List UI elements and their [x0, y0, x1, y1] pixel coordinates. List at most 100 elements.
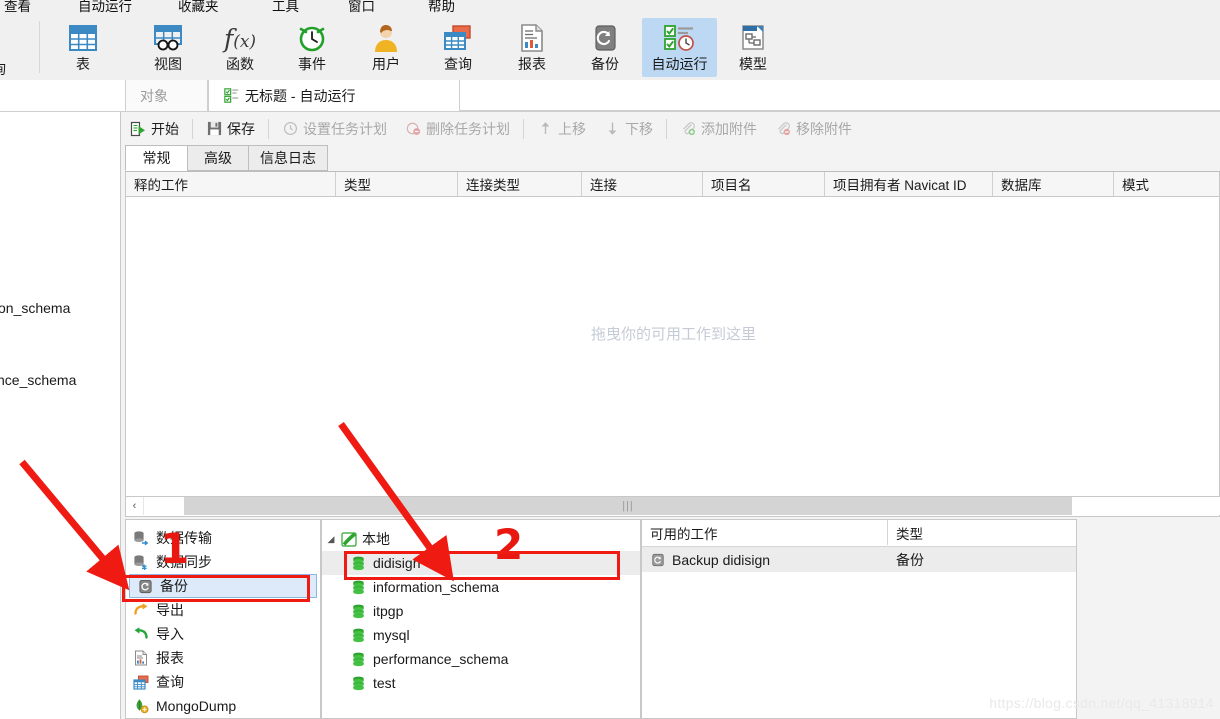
toolbar-clipped-label: 询 [0, 59, 6, 79]
automation-action-bar: 开始 保存 设置任务计划 删除任务计划 上移 下移 添加附件 移除附件 [121, 112, 1220, 145]
toolbar-label-user: 用户 [372, 56, 400, 72]
save-icon [206, 121, 222, 137]
chevron-expanded-icon[interactable]: ◢ [326, 534, 336, 545]
toolbar-label-view: 视图 [154, 56, 182, 72]
grid-col-type[interactable]: 类型 [336, 172, 458, 196]
database-icon [350, 579, 366, 595]
grid-col-conn-type[interactable]: 连接类型 [458, 172, 582, 196]
grid-col-project-name[interactable]: 项目名 [703, 172, 825, 196]
grid-col-project-owner[interactable]: 项目拥有者 Navicat ID [825, 172, 993, 196]
tree-db-itpgp[interactable]: itpgp [322, 599, 640, 623]
set-schedule-button[interactable]: 设置任务计划 [273, 116, 396, 142]
toolbar-button-automation[interactable]: 自动运行 [642, 18, 717, 77]
save-button[interactable]: 保存 [197, 116, 264, 142]
tab-objects-label: 对象 [140, 88, 168, 104]
toolbar-button-user[interactable]: 用户 [351, 18, 421, 77]
toolbar-button-query[interactable]: 查询 [423, 18, 493, 77]
tools-item-query[interactable]: 查询 [126, 670, 320, 694]
toolbar-label-function: 函数 [226, 56, 254, 72]
subtab-advanced[interactable]: 高级 [187, 145, 249, 171]
add-attachment-button[interactable]: 添加附件 [671, 116, 766, 142]
menu-item-automation[interactable]: 自动运行 [78, 0, 132, 13]
scrollbar-track[interactable]: ||| [144, 497, 1220, 515]
available-jobs-col-name[interactable]: 可用的工作 [642, 520, 888, 545]
tree-connection-local[interactable]: ◢ 本地 [322, 527, 640, 551]
menu-item-tools[interactable]: 工具 [272, 0, 299, 13]
selected-jobs-grid-header: 释的工作 类型 连接类型 连接 项目名 项目拥有者 Navicat ID 数据库… [126, 172, 1219, 197]
menu-item-favorites[interactable]: 收藏夹 [178, 0, 219, 13]
move-down-button[interactable]: 下移 [595, 116, 662, 142]
toolbar-button-table[interactable]: 表 [48, 18, 118, 77]
toolbar-label-table: 表 [76, 56, 90, 72]
toolbar-button-model[interactable]: 模型 [718, 18, 788, 77]
toolbar-button-view[interactable]: 视图 [133, 18, 203, 77]
scrollbar-thumb[interactable]: ||| [184, 497, 1072, 515]
menu-bar[interactable]: 查看 自动运行 收藏夹 工具 窗口 帮助 [0, 0, 1220, 13]
bottom-panes: 数据传输 数据同步 备份 导出 导入 报表 查询 MongoDump ◢ 本地 … [121, 519, 1220, 719]
selected-jobs-grid[interactable]: 释的工作 类型 连接类型 连接 项目名 项目拥有者 Navicat ID 数据库… [125, 172, 1220, 497]
remove-attachment-button[interactable]: 移除附件 [766, 116, 861, 142]
toolbar-button-report[interactable]: 报表 [497, 18, 567, 77]
main-toolbar: 询 表 视图 f(x) 函数 事件 用户 [0, 13, 1220, 81]
database-icon [350, 651, 366, 667]
query-icon [133, 674, 149, 690]
model-icon [731, 20, 775, 56]
backup-icon [583, 20, 627, 56]
tree-db-mysql-label: mysql [373, 627, 410, 643]
start-button-label: 开始 [151, 120, 179, 137]
toolbar-button-backup[interactable]: 备份 [570, 18, 640, 77]
available-jobs-pane[interactable]: 可用的工作 类型 Backup didisign 备份 [641, 519, 1077, 719]
tab-objects[interactable]: 对象 [125, 80, 208, 112]
tree-db-test[interactable]: test [322, 671, 640, 695]
database-icon [350, 627, 366, 643]
tools-item-data-sync[interactable]: 数据同步 [126, 550, 320, 574]
delete-schedule-button[interactable]: 删除任务计划 [396, 116, 519, 142]
subtab-info-log[interactable]: 信息日志 [248, 145, 328, 171]
toolbar-button-function[interactable]: f(x) 函数 [205, 18, 275, 77]
grid-col-database[interactable]: 数据库 [993, 172, 1114, 196]
grid-empty-message: 拖曳你的可用工作到这里 [590, 326, 756, 343]
tools-item-report[interactable]: 报表 [126, 646, 320, 670]
action-separator-1 [192, 118, 193, 139]
tree-db-mysql[interactable]: mysql [322, 623, 640, 647]
save-button-label: 保存 [227, 120, 255, 137]
menu-item-window[interactable]: 窗口 [348, 0, 375, 13]
start-button[interactable]: 开始 [121, 116, 188, 142]
delete-schedule-label: 删除任务计划 [426, 120, 510, 137]
query-icon [436, 20, 480, 56]
tools-list-pane[interactable]: 数据传输 数据同步 备份 导出 导入 报表 查询 MongoDump [125, 519, 321, 719]
tree-connection-local-label: 本地 [362, 531, 390, 547]
grid-col-selected-jobs[interactable]: 释的工作 [126, 172, 336, 196]
action-separator-4 [666, 118, 667, 139]
grid-col-schema[interactable]: 模式 [1114, 172, 1219, 196]
tree-db-itpgp-label: itpgp [373, 603, 404, 619]
tree-db-test-label: test [373, 675, 396, 691]
subtab-general[interactable]: 常规 [125, 145, 188, 171]
menu-item-help[interactable]: 帮助 [428, 0, 455, 13]
available-jobs-col-type[interactable]: 类型 [888, 520, 1076, 545]
tools-item-mongodump[interactable]: MongoDump [126, 694, 320, 718]
tabbar-left-gap [0, 80, 125, 113]
connection-icon [341, 531, 357, 547]
left-clip-label-1: nce_schema [0, 372, 77, 388]
tools-item-data-transfer[interactable]: 数据传输 [126, 526, 320, 550]
tree-db-performance-schema[interactable]: performance_schema [322, 647, 640, 671]
database-icon [350, 603, 366, 619]
grid-horizontal-scrollbar[interactable]: ‹ ||| [125, 497, 1220, 517]
tab-automation-untitled[interactable]: 无标题 - 自动运行 [208, 80, 460, 112]
scroll-left-button[interactable]: ‹ [126, 497, 144, 515]
database-tree-pane[interactable]: ◢ 本地 didisign information_schema itpgp m… [321, 519, 641, 719]
action-separator-2 [268, 118, 269, 139]
grid-col-connection[interactable]: 连接 [582, 172, 703, 196]
move-up-button[interactable]: 上移 [528, 116, 595, 142]
available-jobs-row[interactable]: Backup didisign 备份 [642, 547, 1076, 572]
tabbar-right-gap [460, 80, 1220, 111]
tools-item-import[interactable]: 导入 [126, 622, 320, 646]
data-transfer-icon [133, 530, 149, 546]
report-icon [510, 20, 554, 56]
automation-page: 开始 保存 设置任务计划 删除任务计划 上移 下移 添加附件 移除附件 常规 高… [121, 112, 1220, 719]
toolbar-button-event[interactable]: 事件 [277, 18, 347, 77]
menu-item-view[interactable]: 查看 [4, 0, 31, 13]
available-job-name-cell[interactable]: Backup didisign [642, 552, 888, 568]
add-attachment-label: 添加附件 [701, 120, 757, 137]
